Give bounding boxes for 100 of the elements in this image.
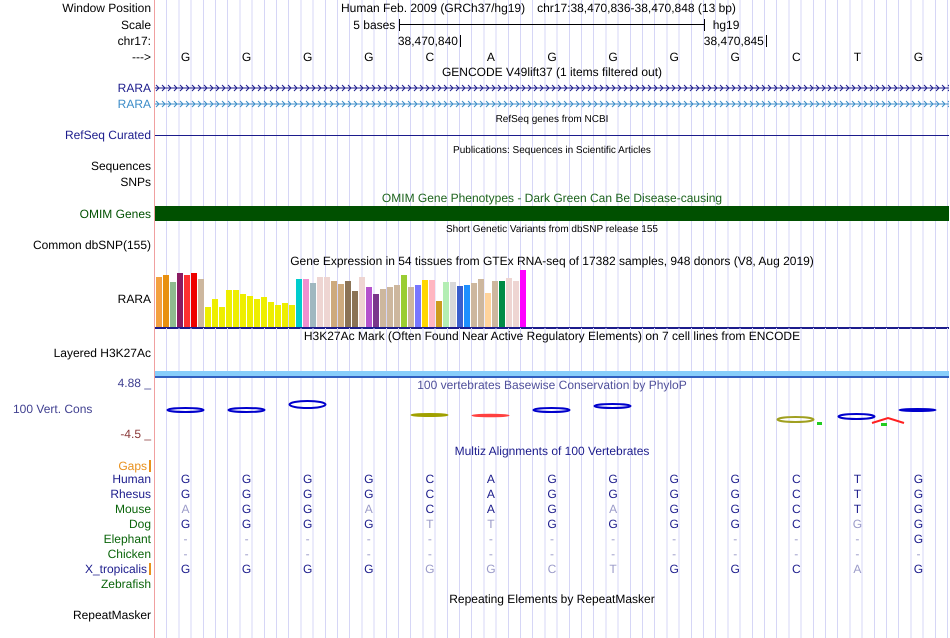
row-label: chr17:	[118, 34, 151, 48]
aligned-base: -	[854, 546, 860, 560]
base-letter: G	[180, 50, 192, 64]
assembly-label: hg19	[712, 18, 740, 32]
aligned-base: G	[607, 516, 619, 530]
aligned-base: G	[240, 516, 252, 530]
aligned-base: C	[790, 472, 802, 486]
track-label[interactable]: RepeatMasker	[72, 608, 151, 622]
species-label[interactable]: Zebrafish	[100, 576, 151, 590]
species-label[interactable]: Dog	[128, 516, 151, 530]
aligned-base: C	[790, 562, 802, 576]
aligned-base: G	[730, 516, 741, 530]
aligned-base: -	[610, 532, 616, 546]
aligned-base: A	[364, 502, 374, 516]
aligned-base: -	[182, 532, 189, 546]
aligned-base: -	[793, 532, 800, 546]
aligned-base: A	[486, 472, 496, 486]
track-label[interactable]: Common dbSNP(155)	[32, 238, 151, 252]
track-label[interactable]: RARA	[118, 97, 151, 111]
aligned-base: -	[244, 546, 250, 560]
aligned-base: G	[668, 486, 680, 500]
aligned-base: A	[486, 486, 496, 500]
aligned-base: C	[790, 502, 802, 516]
aligned-base: -	[915, 546, 922, 560]
aligned-base: G	[730, 562, 741, 576]
aligned-base: G	[668, 516, 680, 530]
track-label[interactable]: 100 Vert. Cons	[0, 402, 92, 416]
aligned-base: T	[852, 486, 862, 500]
aligned-base: G	[363, 472, 374, 486]
base-letter: G	[240, 50, 252, 64]
aligned-base: G	[912, 486, 924, 500]
track-label[interactable]: RARA	[118, 292, 151, 306]
aligned-base: C	[546, 562, 558, 576]
aligned-base: C	[790, 516, 802, 530]
track-title: GENCODE V49lift37 (1 items filtered out)	[440, 65, 664, 79]
species-label[interactable]: Human	[112, 472, 151, 486]
aligned-base: G	[730, 486, 741, 500]
aligned-base: G	[668, 562, 680, 576]
track-label[interactable]: Sequences	[90, 159, 151, 173]
aligned-base: T	[852, 472, 862, 486]
base-letter: G	[302, 50, 314, 64]
aligned-base: T	[486, 516, 496, 530]
aligned-base: -	[366, 546, 372, 560]
aligned-base: -	[488, 532, 494, 546]
aligned-base: G	[546, 486, 558, 500]
base-letter: G	[912, 50, 924, 64]
base-letter: A	[486, 50, 496, 64]
aligned-base: G	[912, 532, 924, 546]
base-letter: G	[668, 50, 680, 64]
aligned-base: G	[424, 562, 436, 576]
coordinate-label: 38,470,845	[704, 34, 764, 48]
aligned-base: G	[852, 516, 864, 530]
aligned-base: G	[302, 502, 314, 516]
aligned-base: G	[302, 472, 314, 486]
aligned-base: -	[488, 546, 494, 560]
track-label[interactable]: RefSeq Curated	[64, 128, 151, 142]
track-title: H3K27Ac Mark (Often Found Near Active Regulatory Elements) on 7 cell lines from ENCODE	[302, 329, 802, 343]
species-label[interactable]: Elephant	[104, 532, 151, 546]
track-label[interactable]: RARA	[118, 81, 151, 95]
track-title: Multiz Alignments of 100 Vertebrates	[454, 444, 650, 458]
base-letter: G	[730, 50, 741, 64]
base-letter: G	[546, 50, 558, 64]
track-title: 100 vertebrates Basewise Conservation by PhyloP	[416, 378, 688, 392]
scale-length: 5 bases	[352, 18, 396, 32]
aligned-base: A	[180, 502, 191, 516]
aligned-base: -	[426, 546, 433, 560]
aligned-base: T	[852, 502, 862, 516]
aligned-base: G	[180, 486, 192, 500]
species-label[interactable]: X_tropicalis	[84, 562, 147, 576]
track-title: RefSeq genes from NCBI	[494, 114, 610, 125]
aligned-base: T	[608, 562, 618, 576]
aligned-base: G	[912, 516, 924, 530]
aligned-base: G	[912, 472, 924, 486]
base-letter: G	[607, 50, 619, 64]
aligned-base: T	[425, 516, 434, 530]
track-label[interactable]: SNPs	[120, 175, 151, 189]
aligned-base: -	[732, 532, 738, 546]
species-label[interactable]: Mouse	[114, 502, 151, 516]
aligned-base: -	[732, 546, 738, 560]
coordinate-label: 38,470,840	[398, 34, 458, 48]
species-label[interactable]: Rhesus	[110, 486, 151, 500]
aligned-base: G	[912, 502, 924, 516]
assembly-name: Human Feb. 2009 (GRCh37/hg19)	[341, 1, 526, 15]
aligned-base: C	[424, 486, 436, 500]
aligned-base: -	[244, 532, 250, 546]
aligned-base: G	[607, 486, 619, 500]
aligned-base: G	[485, 562, 497, 576]
aligned-base: G	[363, 486, 374, 500]
aligned-base: C	[790, 486, 802, 500]
species-label[interactable]: Chicken	[108, 546, 151, 560]
aligned-base: G	[668, 472, 680, 486]
base-letter: C	[790, 50, 802, 64]
track-label[interactable]: OMIM Genes	[80, 207, 151, 221]
aligned-base: G	[363, 562, 374, 576]
track-label[interactable]: Layered H3K27Ac	[54, 346, 151, 360]
strand-label: --->	[132, 50, 151, 64]
base-letter: T	[852, 50, 862, 64]
track-title: Gene Expression in 54 tissues from GTEx RNA-seq of 17382 samples, 948 donors (V8, Aug 2019)	[289, 254, 815, 268]
aligned-base: G	[240, 486, 252, 500]
aligned-base: -	[793, 546, 800, 560]
